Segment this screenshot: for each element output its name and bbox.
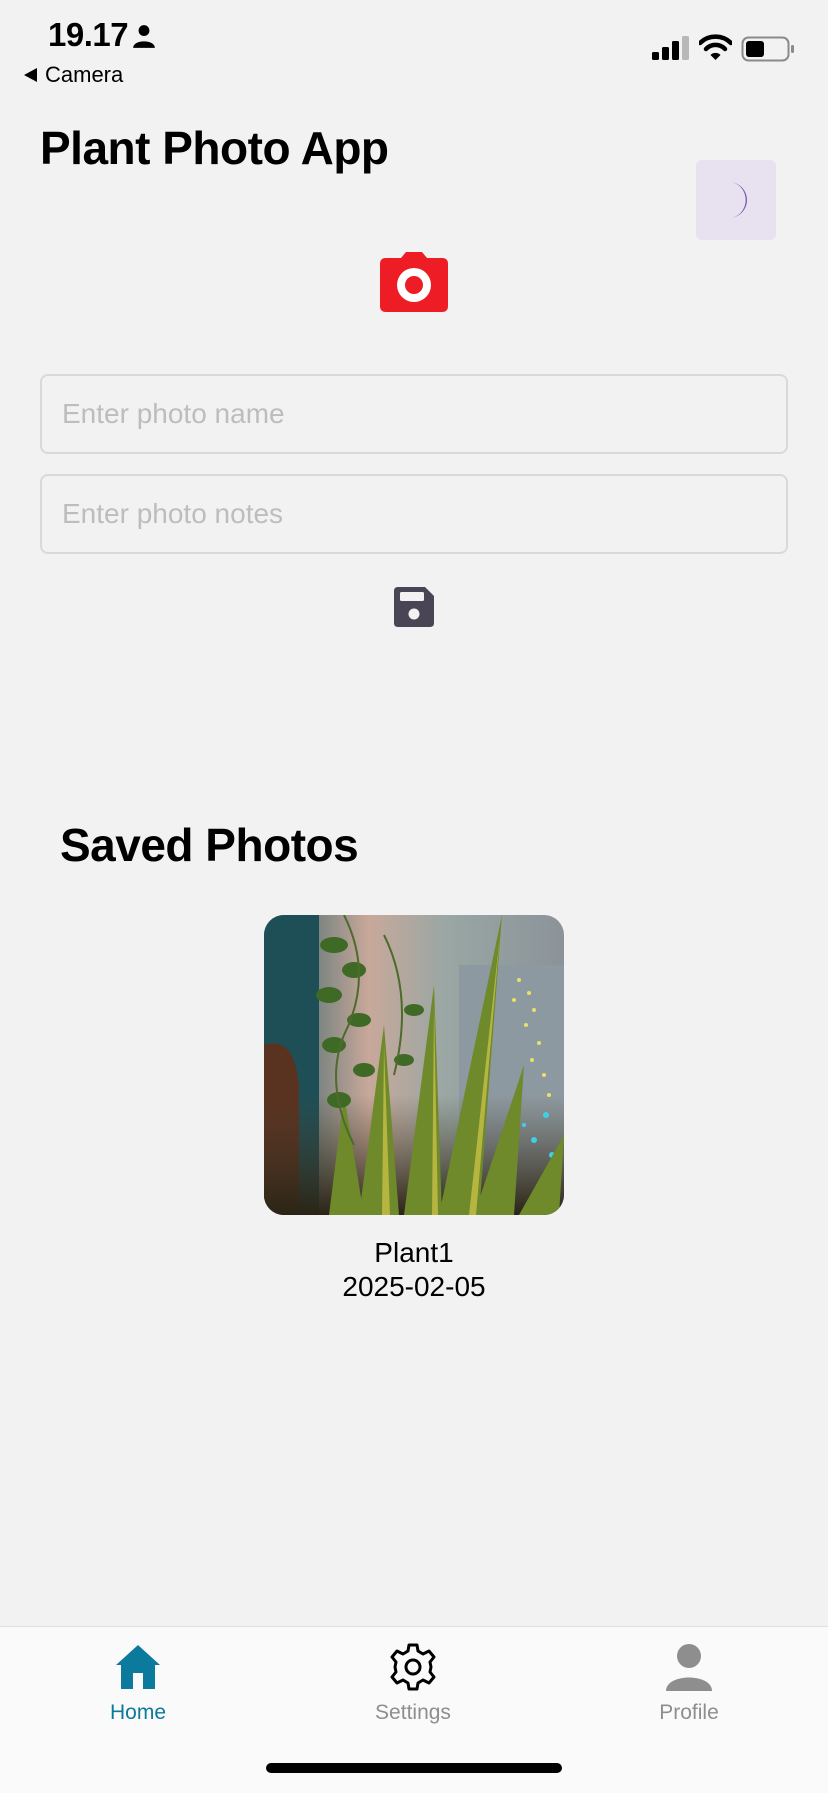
gear-icon <box>390 1643 436 1691</box>
cellular-signal-icon <box>652 36 689 60</box>
photo-name-input[interactable] <box>40 374 788 454</box>
page-title: Plant Photo App <box>40 122 389 174</box>
photo-date-label: 2025-02-05 <box>342 1271 486 1302</box>
status-time: 19.17 <box>48 16 129 53</box>
tab-profile-label: Profile <box>659 1701 719 1724</box>
home-icon <box>116 1645 160 1689</box>
person-icon <box>666 1644 712 1691</box>
back-link-label: Camera <box>45 62 124 87</box>
battery-icon <box>741 36 794 62</box>
back-arrow-icon <box>24 68 37 82</box>
camera-icon[interactable] <box>380 252 448 312</box>
home-indicator <box>266 1763 562 1773</box>
plant-photo-thumbnail[interactable] <box>264 915 564 1215</box>
tab-settings[interactable]: Settings <box>333 1641 493 1725</box>
tab-profile[interactable]: Profile <box>609 1641 769 1725</box>
person-status-icon <box>133 25 155 48</box>
tab-home-label: Home <box>109 1701 167 1724</box>
photo-name-label: Plant1 <box>374 1237 454 1268</box>
wifi-icon <box>699 34 732 60</box>
photo-notes-input[interactable] <box>40 474 788 554</box>
saved-photo-card[interactable]: Plant1 2025-02-05 <box>264 915 564 1304</box>
floppy-disk-icon[interactable] <box>394 587 434 627</box>
theme-toggle-button[interactable] <box>696 160 776 240</box>
tab-settings-label: Settings <box>375 1701 451 1724</box>
moon-icon <box>729 182 747 218</box>
tab-home[interactable]: Home <box>58 1641 218 1725</box>
status-bar: 19.17 Camera <box>0 0 828 100</box>
saved-photos-heading: Saved Photos <box>60 819 359 871</box>
back-to-camera-link[interactable]: Camera <box>24 62 123 88</box>
